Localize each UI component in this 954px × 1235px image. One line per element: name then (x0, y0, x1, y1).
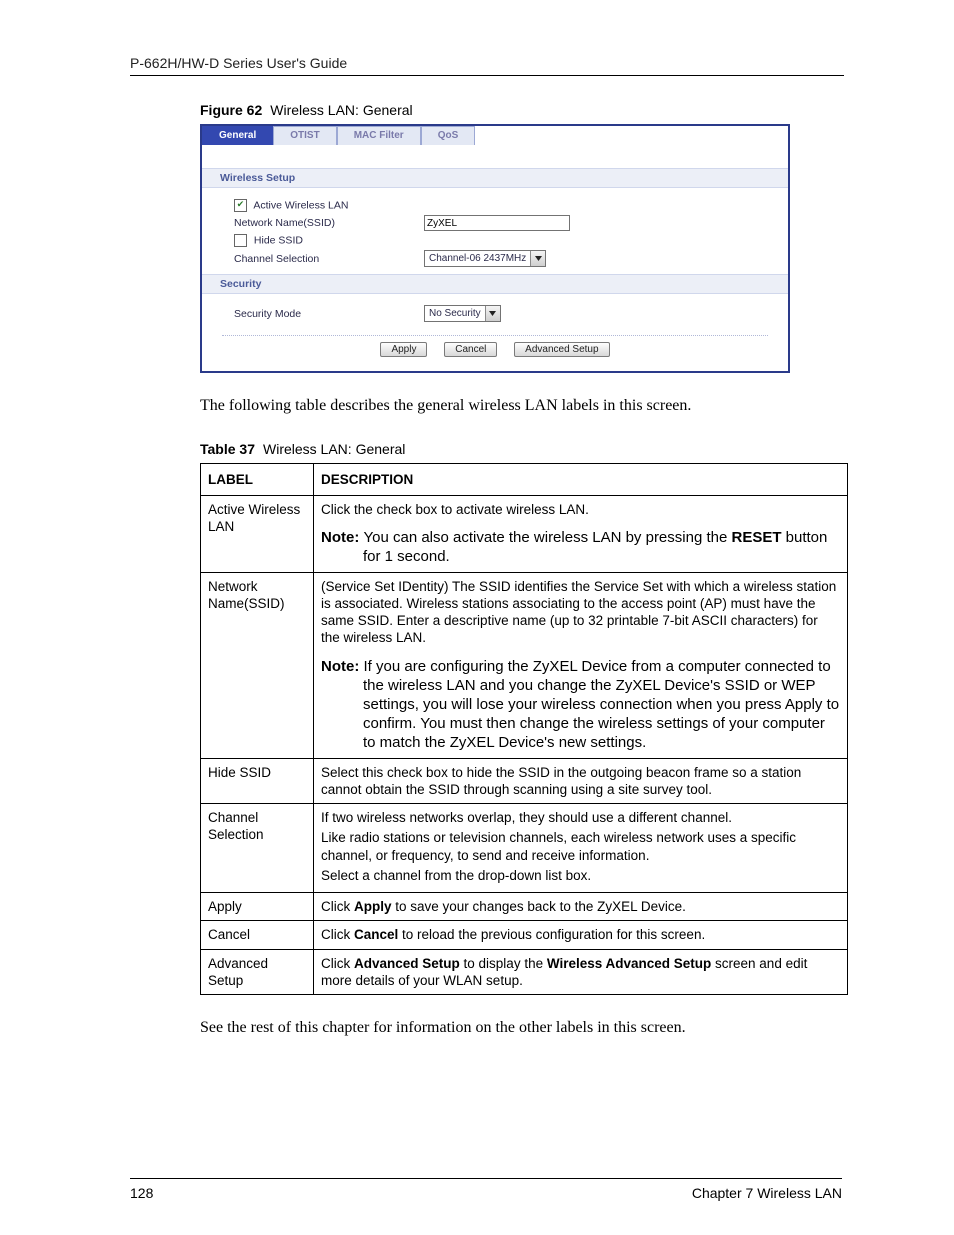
cell-description: Click the check box to activate wireless… (314, 495, 848, 572)
note-text-a: You can also activate the wireless LAN b… (364, 529, 732, 546)
cell-label: Active Wireless LAN (201, 495, 314, 572)
security-mode-select[interactable]: No Security (424, 305, 501, 322)
tab-qos[interactable]: QoS (421, 126, 476, 145)
cell-description: Click Advanced Setup to display the Wire… (314, 949, 848, 995)
header-rule (130, 75, 844, 76)
channel-select[interactable]: Channel-06 2437MHz (424, 250, 546, 267)
page-number: 128 (130, 1185, 153, 1201)
desc-pre: Click (321, 899, 354, 914)
desc-p1: If two wireless networks overlap, they s… (321, 809, 840, 826)
ssid-label: Network Name(SSID) (216, 217, 424, 229)
cell-description: Click Cancel to reload the previous conf… (314, 921, 848, 949)
hide-ssid-checkbox[interactable] (234, 234, 247, 247)
desc-mid: to display the (460, 956, 547, 971)
security-mode-label: Security Mode (216, 308, 424, 320)
figure-title: Wireless LAN: General (270, 102, 412, 118)
channel-label: Channel Selection (216, 253, 424, 265)
desc-bold2: Wireless Advanced Setup (547, 956, 711, 971)
cell-description: If two wireless networks overlap, they s… (314, 804, 848, 893)
table-caption: Table 37 Wireless LAN: General (200, 441, 844, 457)
table-row: Network Name(SSID) (Service Set IDentity… (201, 572, 848, 758)
chevron-down-icon (485, 306, 500, 321)
desc-text: Click the check box to activate wireless… (321, 501, 840, 518)
cell-description: Click Apply to save your changes back to… (314, 893, 848, 921)
cell-description: Select this check box to hide the SSID i… (314, 758, 848, 804)
desc-text: (Service Set IDentity) The SSID identifi… (321, 578, 840, 647)
footer-rule (130, 1178, 842, 1179)
figure-label: Figure 62 (200, 102, 262, 118)
tab-otist[interactable]: OTIST (273, 126, 336, 145)
desc-bold1: Advanced Setup (354, 956, 460, 971)
desc-post: to reload the previous configuration for… (398, 927, 705, 942)
cell-label: Network Name(SSID) (201, 572, 314, 758)
page-footer: 128 Chapter 7 Wireless LAN (130, 1178, 842, 1201)
table-row: Cancel Click Cancel to reload the previo… (201, 921, 848, 949)
desc-pre: Click (321, 927, 354, 942)
section-security: Security (202, 274, 788, 294)
col-description: DESCRIPTION (314, 463, 848, 495)
active-wlan-label: Active Wireless LAN (253, 199, 348, 211)
outro-paragraph: See the rest of this chapter for informa… (200, 1017, 844, 1039)
apply-button[interactable]: Apply (380, 342, 427, 357)
chapter-label: Chapter 7 Wireless LAN (692, 1185, 842, 1201)
cancel-button[interactable]: Cancel (444, 342, 497, 357)
ssid-input[interactable] (424, 215, 570, 231)
desc-bold: Apply (354, 899, 392, 914)
table-row: Channel Selection If two wireless networ… (201, 804, 848, 893)
desc-pre: Click (321, 956, 354, 971)
button-bar: Apply Cancel Advanced Setup (222, 335, 768, 371)
cell-label: Advanced Setup (201, 949, 314, 995)
advanced-setup-button[interactable]: Advanced Setup (514, 342, 609, 357)
security-mode-value: No Security (425, 308, 485, 319)
cell-label: Apply (201, 893, 314, 921)
intro-paragraph: The following table describes the genera… (200, 395, 844, 417)
note-block: Note: If you are configuring the ZyXEL D… (321, 657, 840, 753)
note-block: Note: You can also activate the wireless… (321, 528, 840, 566)
running-header: P-662H/HW-D Series User's Guide (130, 55, 844, 71)
tab-strip: GeneralOTISTMAC FilterQoS (202, 126, 788, 146)
active-wlan-checkbox[interactable]: ✔ (234, 199, 247, 212)
figure-caption: Figure 62 Wireless LAN: General (200, 102, 844, 118)
tab-mac-filter[interactable]: MAC Filter (337, 126, 421, 145)
hide-ssid-label: Hide SSID (254, 234, 303, 246)
table-row: Advanced Setup Click Advanced Setup to d… (201, 949, 848, 995)
note-lead: Note: (321, 658, 364, 675)
cell-label: Channel Selection (201, 804, 314, 893)
desc-bold: Cancel (354, 927, 398, 942)
tab-general[interactable]: General (202, 126, 273, 145)
note-lead: Note: (321, 529, 364, 546)
table-header-row: LABEL DESCRIPTION (201, 463, 848, 495)
cell-label: Hide SSID (201, 758, 314, 804)
chevron-down-icon (530, 251, 545, 266)
wireless-lan-panel: GeneralOTISTMAC FilterQoS Wireless Setup… (200, 124, 790, 373)
labels-table: LABEL DESCRIPTION Active Wireless LAN Cl… (200, 463, 848, 996)
table-row: Apply Click Apply to save your changes b… (201, 893, 848, 921)
note-text: If you are configuring the ZyXEL Device … (363, 658, 839, 752)
table-row: Active Wireless LAN Click the check box … (201, 495, 848, 572)
desc-p2: Like radio stations or television channe… (321, 829, 840, 864)
col-label: LABEL (201, 463, 314, 495)
desc-p3: Select a channel from the drop-down list… (321, 867, 840, 884)
cell-label: Cancel (201, 921, 314, 949)
channel-select-value: Channel-06 2437MHz (425, 253, 530, 264)
table-row: Hide SSID Select this check box to hide … (201, 758, 848, 804)
desc-post: to save your changes back to the ZyXEL D… (392, 899, 686, 914)
table-title: Wireless LAN: General (263, 441, 405, 457)
note-bold: RESET (731, 529, 781, 546)
cell-description: (Service Set IDentity) The SSID identifi… (314, 572, 848, 758)
section-wireless-setup: Wireless Setup (202, 168, 788, 188)
table-label: Table 37 (200, 441, 255, 457)
